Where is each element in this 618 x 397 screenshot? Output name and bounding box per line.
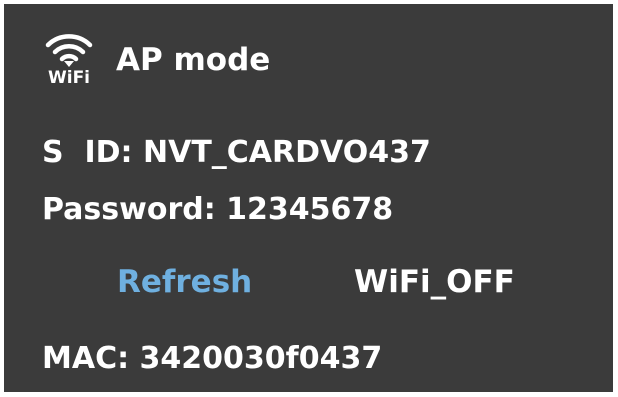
wifi-waves-graphic [45,34,93,67]
refresh-button[interactable]: Refresh [117,264,252,300]
page-title: AP mode [116,42,271,78]
wifi-icon: WiFi [42,30,96,92]
ap-mode-screen: WiFi AP mode S ID: NVT_CARDVO437 Passwor… [4,4,613,392]
wifi-icon-label: WiFi [47,68,91,88]
ssid-value: S ID: NVT_CARDVO437 [42,135,431,170]
wifi-off-button[interactable]: WiFi_OFF [354,264,515,300]
mac-address: MAC: 3420030f0437 [42,341,383,376]
password-value: Password: 12345678 [42,192,394,227]
